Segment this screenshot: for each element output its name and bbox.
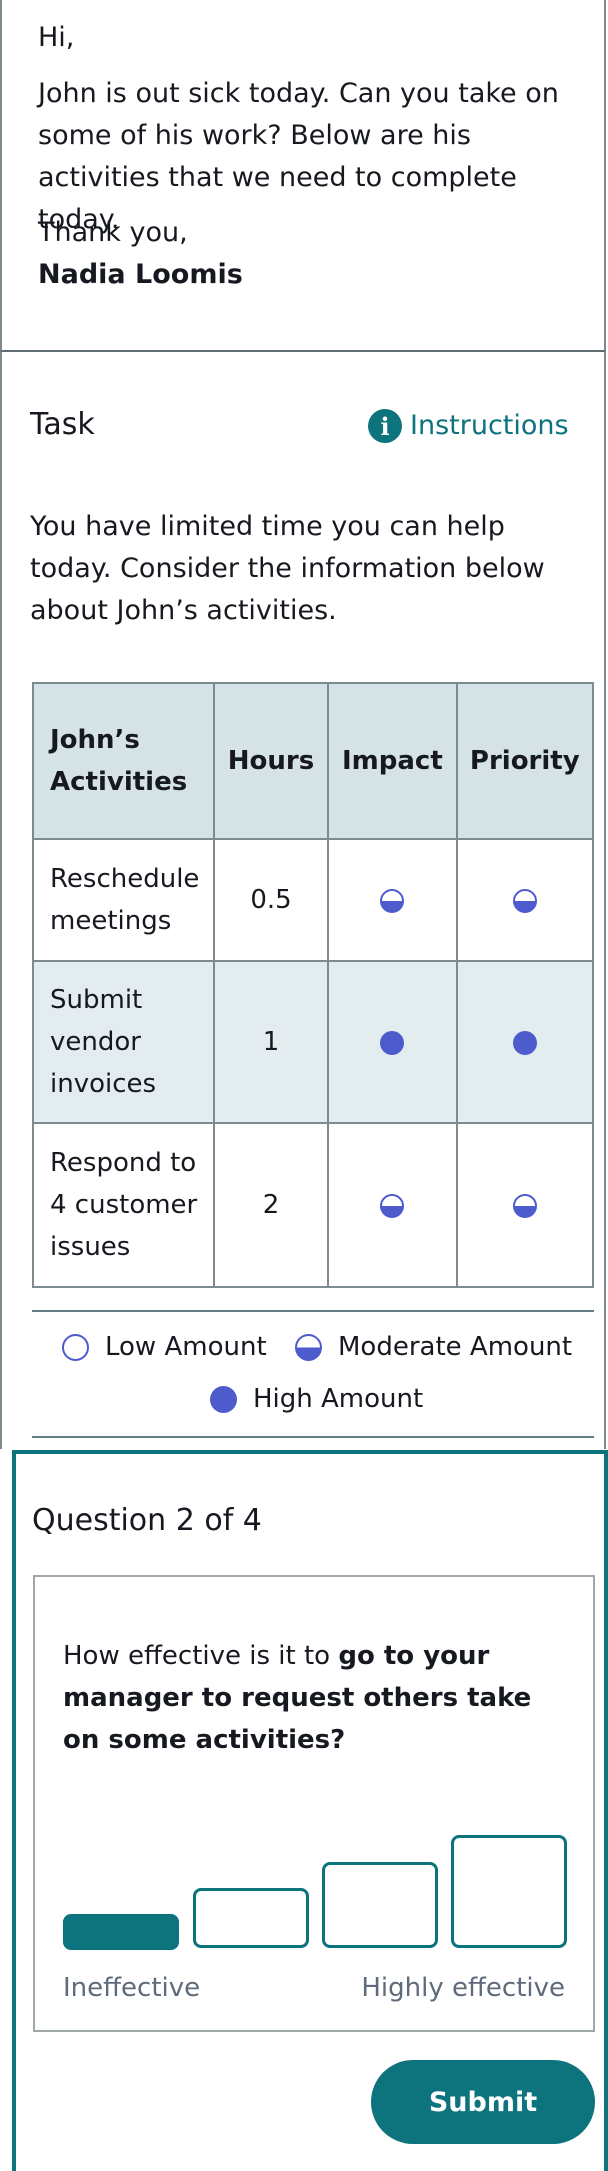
moderate-amount-icon bbox=[380, 888, 405, 913]
question-panel: Question 2 of 4 How effective is it to g… bbox=[12, 1450, 608, 2171]
impact-cell bbox=[327, 960, 458, 1124]
rating-option-4[interactable] bbox=[451, 1835, 567, 1948]
activity-hours: 2 bbox=[212, 1122, 330, 1288]
header-hours: Hours bbox=[212, 682, 330, 840]
table-header-row: John’s Activities Hours Impact Priority bbox=[32, 682, 595, 840]
instructions-label: Instructions bbox=[410, 410, 569, 441]
legend-moderate: Moderate Amount bbox=[295, 1330, 572, 1364]
task-title: Task bbox=[30, 407, 95, 442]
priority-cell bbox=[455, 838, 595, 962]
legend-moderate-label: Moderate Amount bbox=[338, 1332, 573, 1362]
legend-high-label: High Amount bbox=[253, 1384, 424, 1414]
instructions-link[interactable]: i Instructions bbox=[368, 408, 569, 444]
activity-name: Reschedule meetings bbox=[32, 838, 215, 962]
impact-cell bbox=[327, 838, 458, 962]
activity-hours: 1 bbox=[212, 960, 330, 1124]
question-counter: Question 2 of 4 bbox=[32, 1503, 262, 1538]
rating-option-2[interactable] bbox=[193, 1888, 309, 1948]
rating-option-1[interactable] bbox=[63, 1914, 179, 1950]
task-description: You have limited time you can help today… bbox=[30, 511, 545, 626]
legend-low: Low Amount bbox=[62, 1330, 267, 1364]
submit-button[interactable]: Submit bbox=[371, 2060, 595, 2144]
scale-low-label: Ineffective bbox=[63, 1973, 201, 2003]
priority-cell bbox=[455, 1122, 595, 1288]
email-greeting: Hi, bbox=[38, 22, 75, 53]
info-icon: i bbox=[368, 409, 402, 443]
table-row: Reschedule meetings 0.5 bbox=[32, 838, 595, 962]
activity-hours: 0.5 bbox=[212, 838, 330, 962]
question-card: How effective is it to go to your manage… bbox=[33, 1575, 595, 2032]
high-amount-icon bbox=[512, 1030, 537, 1055]
legend-low-label: Low Amount bbox=[105, 1332, 267, 1362]
scale-high-label: Highly effective bbox=[361, 1973, 565, 2003]
impact-cell bbox=[327, 1122, 458, 1288]
activity-name: Respond to 4 customer issues bbox=[32, 1122, 215, 1288]
email-closing: Thank you, bbox=[38, 217, 188, 248]
priority-cell bbox=[455, 960, 595, 1124]
header-activities: John’s Activities bbox=[32, 682, 215, 840]
header-priority: Priority bbox=[455, 682, 595, 840]
legend: Low Amount Moderate Amount High Amount bbox=[32, 1310, 594, 1438]
question-text-plain: How effective is it to bbox=[63, 1641, 339, 1671]
high-amount-icon bbox=[380, 1030, 405, 1055]
activities-table: John’s Activities Hours Impact Priority … bbox=[32, 682, 595, 1288]
question-text: How effective is it to go to your manage… bbox=[63, 1635, 573, 1761]
high-amount-icon bbox=[210, 1385, 237, 1413]
moderate-amount-icon bbox=[295, 1333, 322, 1361]
email-signature: Nadia Loomis bbox=[38, 259, 243, 290]
moderate-amount-icon bbox=[380, 1193, 405, 1218]
activity-name: Submit vendor invoices bbox=[32, 960, 215, 1124]
table-row: Respond to 4 customer issues 2 bbox=[32, 1122, 595, 1288]
moderate-amount-icon bbox=[512, 888, 537, 913]
task-panel: Task i Instructions You have limited tim… bbox=[0, 352, 606, 1449]
email-message: Hi, John is out sick today. Can you take… bbox=[0, 0, 606, 352]
rating-option-3[interactable] bbox=[322, 1862, 438, 1948]
moderate-amount-icon bbox=[512, 1193, 537, 1218]
table-row: Submit vendor invoices 1 bbox=[32, 960, 595, 1124]
header-impact: Impact bbox=[327, 682, 458, 840]
low-amount-icon bbox=[62, 1333, 89, 1361]
legend-high: High Amount bbox=[210, 1382, 423, 1416]
